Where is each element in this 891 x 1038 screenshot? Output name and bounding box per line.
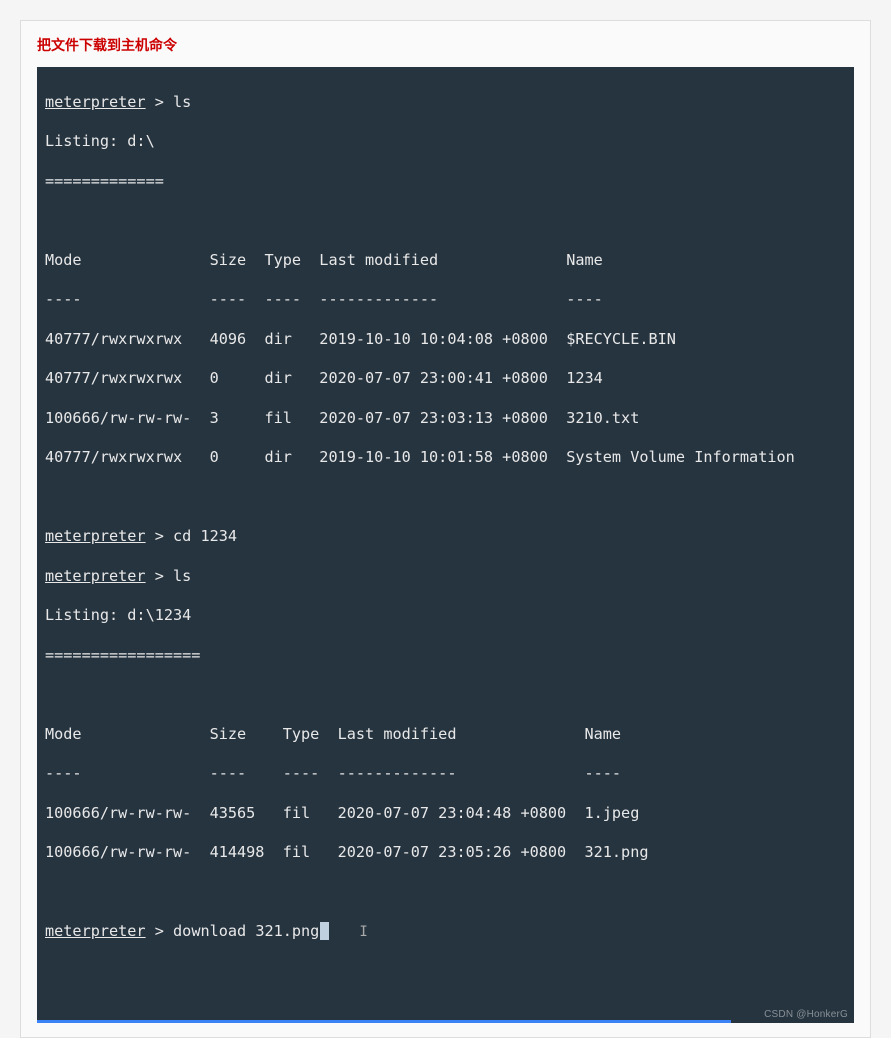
watermark-text: CSDN @HonkerG	[764, 1008, 848, 1021]
blank-line	[45, 883, 846, 903]
blank-line	[45, 488, 846, 508]
table-divider: ---- ---- ---- ------------- ----	[45, 290, 846, 310]
command-text: cd 1234	[173, 527, 237, 545]
prompt-sep: >	[146, 567, 173, 585]
command-text: download 321.png	[173, 922, 319, 940]
listing-divider: =================	[45, 646, 846, 666]
listing-divider: =============	[45, 172, 846, 192]
listing-header: Listing: d:\	[45, 132, 846, 152]
table-row: 40777/rwxrwxrwx 4096 dir 2019-10-10 10:0…	[45, 330, 846, 350]
table-row: 100666/rw-rw-rw- 43565 fil 2020-07-07 23…	[45, 804, 846, 824]
ibeam-icon: I	[359, 924, 367, 940]
prompt-line: meterpreter > ls	[45, 93, 846, 113]
table-header: Mode Size Type Last modified Name	[45, 725, 846, 745]
table-header: Mode Size Type Last modified Name	[45, 251, 846, 271]
command-text: ls	[173, 567, 191, 585]
table-row: 100666/rw-rw-rw- 3 fil 2020-07-07 23:03:…	[45, 409, 846, 429]
prompt-line-active[interactable]: meterpreter > download 321.png I	[45, 922, 846, 942]
prompt-sep: >	[146, 922, 173, 940]
table-row: 40777/rwxrwxrwx 0 dir 2019-10-10 10:01:5…	[45, 448, 846, 468]
progress-bar	[37, 1020, 731, 1023]
code-block-container: 把文件下载到主机命令 meterpreter > ls Listing: d:\…	[20, 20, 871, 1038]
prompt-sep: >	[146, 527, 173, 545]
blank-line	[45, 685, 846, 705]
cursor-icon	[320, 922, 329, 940]
listing-header: Listing: d:\1234	[45, 606, 846, 626]
prompt-line: meterpreter > cd 1234	[45, 527, 846, 547]
terminal-window[interactable]: meterpreter > ls Listing: d:\ ==========…	[37, 67, 854, 1023]
section-heading: 把文件下载到主机命令	[37, 35, 854, 55]
command-text: ls	[173, 93, 191, 111]
prompt-line: meterpreter > ls	[45, 567, 846, 587]
table-row: 100666/rw-rw-rw- 414498 fil 2020-07-07 2…	[45, 843, 846, 863]
prompt-label: meterpreter	[45, 922, 146, 940]
prompt-sep: >	[146, 93, 173, 111]
prompt-label: meterpreter	[45, 567, 146, 585]
prompt-label: meterpreter	[45, 93, 146, 111]
table-row: 40777/rwxrwxrwx 0 dir 2020-07-07 23:00:4…	[45, 369, 846, 389]
table-divider: ---- ---- ---- ------------- ----	[45, 764, 846, 784]
prompt-label: meterpreter	[45, 527, 146, 545]
blank-line	[45, 211, 846, 231]
